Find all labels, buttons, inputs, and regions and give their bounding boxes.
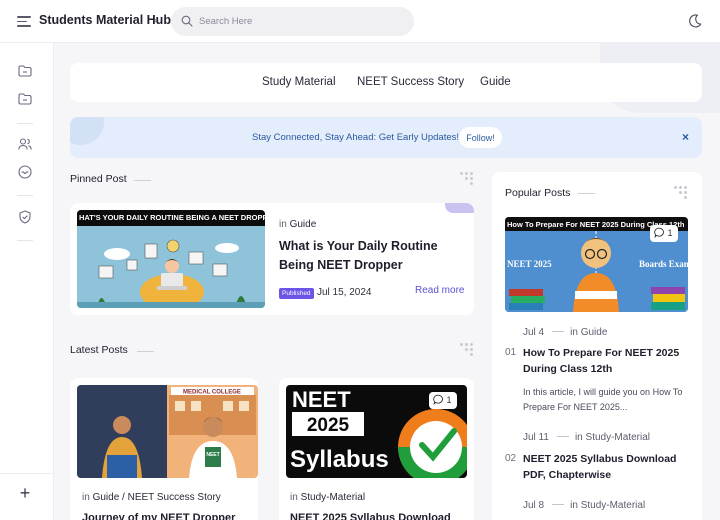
pinned-post-title[interactable]: What is Your Daily Routine Being NEET Dr…: [279, 237, 459, 275]
image-sign-text: MEDICAL COLLEGE: [183, 390, 241, 396]
popular-post-title[interactable]: NEET 2025 Syllabus Download PDF, Chapter…: [523, 451, 693, 483]
menu-icon[interactable]: [17, 14, 31, 28]
popular-post-meta: Jul 8 in Study-Material: [523, 500, 645, 511]
comment-count: 1: [667, 228, 673, 238]
comment-count-badge[interactable]: 1: [650, 225, 678, 242]
latest-post-image[interactable]: MEDICAL COLLEGE NEET: [77, 385, 258, 478]
popular-post-meta: Jul 4 in Guide: [523, 327, 607, 338]
illustration-student-desk: [77, 226, 265, 308]
image-line2: 2025: [307, 415, 350, 436]
users-icon[interactable]: [17, 136, 33, 152]
comment-count-badge[interactable]: 1: [429, 392, 457, 409]
close-icon[interactable]: ×: [682, 130, 689, 144]
latest-post-title[interactable]: NEET 2025 Syllabus Download: [290, 512, 451, 520]
popular-posts-panel: Popular Posts How To Prepare For NEET 20…: [492, 172, 702, 520]
section-title-line: [578, 193, 595, 194]
plus-icon[interactable]: +: [17, 484, 33, 502]
popular-post-title[interactable]: How To Prepare For NEET 2025 During Clas…: [523, 345, 693, 377]
search-input[interactable]: [199, 12, 399, 31]
follow-banner: Stay Connected, Stay Ahead: Get Early Up…: [70, 117, 702, 158]
post-date: Jul 15, 2024: [317, 287, 372, 298]
shield-icon[interactable]: [17, 209, 33, 225]
decorative-tab: [445, 203, 474, 213]
site-title[interactable]: Students Material Hub: [39, 13, 171, 27]
in-label: in: [82, 492, 90, 503]
comment-icon: [654, 227, 664, 239]
post-date: Jul 11: [523, 432, 549, 443]
title-chevron-icon: ‹: [154, 15, 158, 26]
image-book-text: NEET: [206, 452, 219, 458]
section-title-line: [137, 351, 154, 352]
image-line1: NEET: [292, 387, 351, 412]
sidebar-divider: [17, 240, 33, 241]
sidebar-bottom-divider: [0, 473, 54, 474]
category-link[interactable]: Guide: [290, 219, 317, 230]
post-category: in Study-Material: [290, 492, 365, 503]
popular-post-excerpt: In this article, I will guide you on How…: [523, 387, 683, 412]
post-category: in Guide / NEET Success Story: [82, 492, 221, 503]
category-link[interactable]: Study-Material: [586, 432, 650, 443]
category-link[interactable]: Study-Material: [301, 492, 365, 503]
image-line3: Syllabus: [290, 446, 389, 473]
post-date: Jul 8: [523, 500, 545, 511]
dots-grid-icon: [674, 186, 688, 200]
folder-icon[interactable]: [17, 91, 33, 107]
popular-post-image[interactable]: How To Prepare For NEET 2025 During Clas…: [505, 217, 688, 312]
nav-link-study-material[interactable]: Study Material: [262, 76, 336, 88]
illustration-dropper-journey: MEDICAL COLLEGE NEET: [77, 385, 258, 478]
comment-icon: [433, 394, 443, 406]
category-link[interactable]: Guide: [581, 327, 608, 338]
latest-post-card[interactable]: MEDICAL COLLEGE NEET in Guide / NEET Suc…: [70, 378, 258, 520]
section-title-latest: Latest Posts: [70, 344, 128, 356]
inbox-icon[interactable]: [17, 164, 33, 180]
search-icon: [181, 15, 193, 27]
section-title-pinned: Pinned Post: [70, 173, 127, 185]
pinned-post-card[interactable]: HAT'S YOUR DAILY ROUTINE BEING A NEET DR…: [70, 203, 474, 315]
banner-text: Stay Connected, Stay Ahead: Get Early Up…: [252, 132, 460, 143]
moon-icon[interactable]: [687, 13, 703, 29]
image-right-text: Boards Exam: [639, 259, 688, 269]
in-label: in: [570, 327, 578, 338]
image-caption: HAT'S YOUR DAILY ROUTINE BEING A NEET DR…: [77, 210, 265, 226]
top-header: Students Material Hub ‹: [0, 0, 720, 43]
in-label: in: [570, 500, 578, 511]
pinned-post-image[interactable]: HAT'S YOUR DAILY ROUTINE BEING A NEET DR…: [77, 210, 265, 308]
post-category: in Guide: [279, 219, 316, 230]
section-title-popular: Popular Posts: [505, 187, 571, 199]
nav-link-guide[interactable]: Guide: [480, 76, 511, 88]
read-more-link[interactable]: Read more: [415, 285, 464, 296]
folder-icon[interactable]: [17, 63, 33, 79]
section-title-line: [134, 180, 151, 181]
sidebar-divider: [17, 123, 33, 124]
image-left-text: NEET 2025: [507, 259, 552, 269]
popular-post-number: 02: [505, 453, 517, 464]
nav-link-neet-success-story[interactable]: NEET Success Story: [357, 76, 464, 88]
category-link[interactable]: Guide / NEET Success Story: [93, 492, 221, 503]
sidebar: +: [0, 43, 54, 520]
popular-post-number: 01: [505, 347, 517, 358]
published-badge: Published: [279, 288, 314, 299]
search-box[interactable]: [171, 7, 414, 36]
comment-count: 1: [446, 395, 452, 405]
banner-decoration: [70, 117, 104, 145]
in-label: in: [290, 492, 298, 503]
dots-grid-icon: [460, 172, 474, 186]
latest-post-card[interactable]: NEET 2025 Syllabus 1 in Study-Material N…: [279, 378, 474, 520]
category-link[interactable]: Study-Material: [581, 500, 645, 511]
main-nav: Study Material NEET Success Story Guide: [70, 63, 702, 102]
dots-grid-icon: [460, 343, 474, 357]
popular-post-meta: Jul 11 in Study-Material: [523, 432, 650, 443]
follow-button[interactable]: Follow!: [459, 127, 502, 148]
in-label: in: [574, 432, 583, 443]
latest-post-image[interactable]: NEET 2025 Syllabus 1: [286, 385, 467, 478]
in-label: in: [279, 219, 287, 230]
latest-post-title[interactable]: Journey of my NEET Dropper: [82, 512, 235, 520]
post-date: Jul 4: [523, 327, 545, 338]
sidebar-divider: [17, 195, 33, 196]
